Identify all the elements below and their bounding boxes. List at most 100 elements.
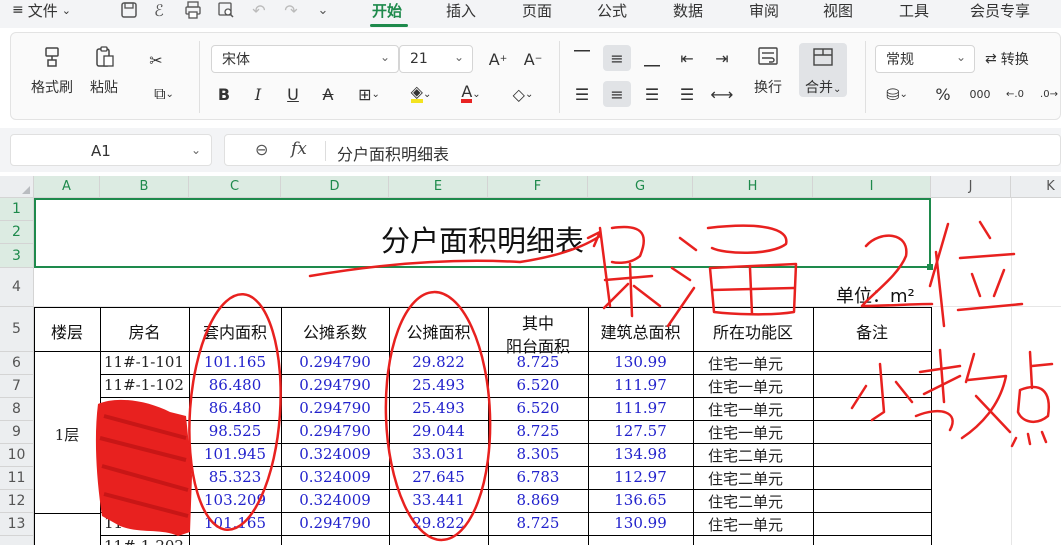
- tab-insert[interactable]: 插入: [446, 0, 476, 20]
- align-right-icon[interactable]: ☰: [638, 81, 666, 107]
- table-cell-balcony-area[interactable]: 6.520: [488, 399, 588, 417]
- save-icon[interactable]: [118, 0, 140, 20]
- tab-data[interactable]: 数据: [673, 0, 703, 20]
- wrap-text-button[interactable]: 换行: [753, 43, 783, 97]
- convert-button[interactable]: ⇄ 转换: [985, 46, 1055, 72]
- row-header-9[interactable]: 9: [0, 421, 34, 444]
- font-color-icon[interactable]: A ⌄: [451, 81, 491, 107]
- table-cell-inner-area[interactable]: 101.945: [189, 445, 281, 463]
- tab-member[interactable]: 会员专享: [970, 0, 1030, 20]
- column-header-g[interactable]: G: [588, 176, 693, 198]
- table-cell-zone[interactable]: 住宅二单元: [708, 491, 813, 512]
- table-cell-balcony-area[interactable]: 8.725: [488, 514, 588, 532]
- table-cell-zone[interactable]: 住宅一单元: [708, 422, 813, 443]
- table-cell-total-area[interactable]: 136.65: [588, 491, 693, 509]
- table-cell-room[interactable]: 11#: [104, 491, 188, 509]
- table-cell-inner-area[interactable]: 101.165: [189, 353, 281, 371]
- table-cell-zone[interactable]: 住宅一单元: [708, 514, 813, 535]
- column-header-c[interactable]: C: [189, 176, 281, 198]
- file-menu[interactable]: ≡ 文件 ⌄: [12, 0, 71, 20]
- table-cell-share-area[interactable]: 25.493: [389, 376, 488, 394]
- redo-icon[interactable]: ↷: [280, 0, 302, 20]
- table-cell-share-coef[interactable]: 0.294790: [281, 514, 389, 532]
- spreadsheet-grid[interactable]: A B C D E F G H I J K 1 2 3 4 5 6 7 8 9 …: [0, 176, 1061, 545]
- row-header-5[interactable]: 5: [0, 307, 34, 352]
- table-cell-share-coef[interactable]: 0.294790: [281, 353, 389, 371]
- align-center-icon[interactable]: ≡: [603, 81, 631, 107]
- row-header-13[interactable]: 13: [0, 513, 34, 536]
- table-cell-share-coef[interactable]: 0.294790: [281, 399, 389, 417]
- align-middle-icon[interactable]: ≡: [603, 45, 631, 71]
- row-header-4[interactable]: 4: [0, 268, 34, 307]
- column-header-a[interactable]: A: [34, 176, 100, 198]
- tab-formula[interactable]: 公式: [597, 0, 627, 20]
- underline-icon[interactable]: U: [279, 81, 307, 107]
- table-cell-share-coef[interactable]: 0.324009: [281, 445, 389, 463]
- table-cell-inner-area[interactable]: 85.323: [189, 468, 281, 486]
- fill-color-icon[interactable]: ◈ ⌄: [401, 81, 441, 107]
- table-cell-balcony-area[interactable]: 8.725: [488, 422, 588, 440]
- italic-icon[interactable]: I: [244, 81, 272, 107]
- table-cell-share-area[interactable]: 29.822: [389, 353, 488, 371]
- table-cell-share-area[interactable]: 33.031: [389, 445, 488, 463]
- scissors-icon[interactable]: ✂: [142, 47, 170, 73]
- table-cell-balcony-area[interactable]: 6.520: [488, 376, 588, 394]
- table-cell-balcony-area[interactable]: 8.869: [488, 491, 588, 509]
- table-cell-share-coef[interactable]: 0.294790: [281, 422, 389, 440]
- currency-icon[interactable]: ⛁ ⌄: [877, 81, 917, 107]
- table-cell-total-area[interactable]: 112.97: [588, 468, 693, 486]
- column-header-j[interactable]: J: [931, 176, 1011, 198]
- align-top-icon[interactable]: ⎺: [568, 45, 596, 71]
- decrease-font-icon[interactable]: A −: [519, 46, 547, 72]
- row-header-7[interactable]: 7: [0, 375, 34, 398]
- undo-icon[interactable]: ↶: [248, 0, 270, 20]
- clear-format-icon[interactable]: ◇ ⌄: [503, 81, 543, 107]
- column-header-k[interactable]: K: [1011, 176, 1061, 198]
- table-cell-share-area[interactable]: 33.441: [389, 491, 488, 509]
- borders-icon[interactable]: ⊞ ⌄: [351, 81, 387, 107]
- merge-cells-button[interactable]: 合并⌄: [799, 43, 848, 97]
- table-cell-balcony-area[interactable]: 8.725: [488, 353, 588, 371]
- format-painter-button[interactable]: 格式刷: [31, 43, 73, 97]
- row-header-6[interactable]: 6: [0, 352, 34, 375]
- tab-tools[interactable]: 工具: [899, 0, 929, 20]
- print-preview-icon[interactable]: [215, 0, 237, 20]
- table-cell-zone[interactable]: 住宅一单元: [708, 376, 813, 397]
- table-cell-inner-area[interactable]: 86.480: [189, 399, 281, 417]
- table-cell-share-area[interactable]: 29.044: [389, 422, 488, 440]
- fill-handle[interactable]: [927, 264, 933, 270]
- table-cell-inner-area[interactable]: 103.209: [189, 491, 281, 509]
- table-cell-inner-area[interactable]: 98.525: [189, 422, 281, 440]
- table-cell-inner-area[interactable]: 101.165: [189, 514, 281, 532]
- table-cell-room[interactable]: 11#-1-102: [104, 376, 188, 394]
- print-icon[interactable]: [182, 0, 204, 20]
- name-box[interactable]: A1 ⌄: [10, 134, 212, 166]
- tab-home[interactable]: 开始: [372, 0, 402, 20]
- table-cell-total-area[interactable]: 111.97: [588, 376, 693, 394]
- copy-icon[interactable]: ⧉ ⌄: [146, 81, 182, 107]
- table-cell-total-area[interactable]: 127.57: [588, 422, 693, 440]
- row-header-8[interactable]: 8: [0, 398, 34, 421]
- table-cell-share-coef[interactable]: 0.324009: [281, 491, 389, 509]
- table-cell-total-area[interactable]: 130.99: [588, 353, 693, 371]
- paste-button[interactable]: 粘贴: [89, 43, 119, 97]
- row-header-3[interactable]: 3: [0, 244, 34, 268]
- table-cell-share-coef[interactable]: 0.324009: [281, 468, 389, 486]
- table-cell-room[interactable]: 11#-1-101: [104, 353, 188, 371]
- justify-icon[interactable]: ☰: [673, 81, 701, 107]
- row-header-2[interactable]: 2: [0, 221, 34, 244]
- distributed-icon[interactable]: ⟷: [708, 81, 736, 107]
- number-format-select[interactable]: 常规 ⌄: [875, 45, 975, 73]
- table-cell-room[interactable]: 11#-1-202: [104, 537, 188, 545]
- column-header-h[interactable]: H: [693, 176, 813, 198]
- table-cell-zone[interactable]: 住宅一单元: [708, 353, 813, 374]
- row-header-1[interactable]: 1: [0, 198, 34, 221]
- thousands-icon[interactable]: 000: [966, 81, 994, 107]
- column-header-d[interactable]: D: [281, 176, 389, 198]
- strikethrough-icon[interactable]: A: [314, 81, 342, 107]
- table-cell-total-area[interactable]: 130.99: [588, 514, 693, 532]
- table-cell-share-coef[interactable]: 0.294790: [281, 376, 389, 394]
- column-header-i[interactable]: I: [813, 176, 931, 198]
- increase-indent-icon[interactable]: ⇥: [708, 45, 736, 71]
- table-cell-room[interactable]: 11#: [104, 514, 188, 532]
